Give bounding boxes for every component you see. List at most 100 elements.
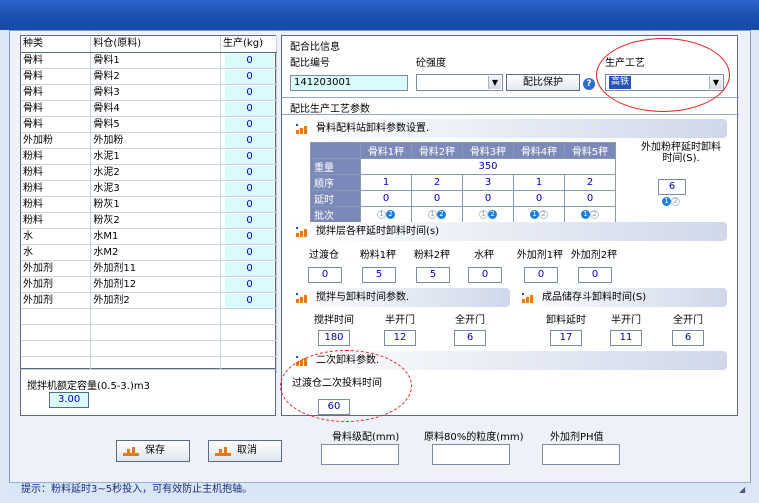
ptable-header-row: 骨料1秤 骨料2秤 骨料3秤 骨料4秤 骨料5秤	[310, 142, 616, 159]
grading-input[interactable]	[321, 444, 399, 465]
grid-qty-value[interactable]: 0	[225, 53, 274, 67]
delay-input[interactable]: 0	[411, 190, 463, 207]
grid-qty-value[interactable]: 0	[225, 133, 274, 147]
chevron-down-icon[interactable]: ▼	[488, 76, 501, 89]
grid-cell-empty	[90, 324, 222, 341]
delay-input[interactable]: 0	[360, 190, 412, 207]
grid-qty-value[interactable]: 0	[225, 149, 274, 163]
scale-1-batch-toggle[interactable]: 12	[377, 209, 395, 220]
scale-4-batch-toggle[interactable]: 12	[530, 209, 548, 220]
delay-input[interactable]: 0	[462, 190, 514, 207]
grid-cell-qty: 0	[220, 260, 277, 277]
grid-cell-bin: 水泥3	[90, 180, 222, 197]
grid-cell-type: 骨料	[21, 100, 92, 117]
grid-cell-qty: 0	[220, 212, 277, 229]
ptable-delay-row: 延时 0 0 0 0 0	[310, 190, 616, 207]
additive-delay-input[interactable]: 6	[658, 179, 686, 195]
delay-input[interactable]: 0	[513, 190, 565, 207]
grid-qty-value[interactable]: 0	[225, 101, 274, 115]
grid-row: 骨料 骨料4 0	[21, 100, 277, 117]
grid-qty-value[interactable]: 0	[225, 85, 274, 99]
scale-4-batch-1[interactable]: 1	[530, 209, 539, 219]
mixer-layer-input[interactable]: 5	[416, 267, 450, 283]
additive-batch-toggle[interactable]: 12	[662, 196, 680, 207]
scale-3-batch-2[interactable]: 2	[488, 209, 497, 219]
mix-protect-button[interactable]: 配比保护	[506, 74, 580, 91]
storage-discharge-input[interactable]: 6	[672, 330, 704, 346]
mix-discharge-input[interactable]: 180	[318, 330, 350, 346]
ptable-row-label: 批次	[310, 206, 361, 223]
grading-label: 骨料级配(mm)	[332, 432, 400, 443]
grid-cell-qty: 0	[220, 180, 277, 197]
grid-qty-value[interactable]: 0	[225, 245, 274, 259]
delay-input[interactable]: 0	[564, 190, 616, 207]
mixer-layer-label: 粉料2秤	[413, 250, 451, 261]
mixer-layer-input[interactable]: 0	[524, 267, 558, 283]
grid-qty-value[interactable]: 0	[225, 277, 274, 291]
grid-cell-qty: 0	[220, 292, 277, 309]
particle-input[interactable]	[432, 444, 510, 465]
grid-qty-value[interactable]: 0	[225, 229, 274, 243]
grid-qty-value[interactable]: 0	[225, 181, 274, 195]
order-input[interactable]: 1	[513, 174, 565, 191]
additive-batch-toggle[interactable]: 12	[662, 196, 680, 207]
mixer-layer-input[interactable]: 0	[578, 267, 612, 283]
capacity-input[interactable]: 3.00	[49, 392, 89, 408]
batch-cell: 12	[513, 206, 565, 223]
capacity-label: 搅拌机额定容量(0.5-3.)m3	[27, 381, 150, 392]
scale-3-batch-toggle[interactable]: 12	[479, 209, 497, 220]
cancel-button[interactable]: 取消	[208, 440, 282, 462]
grid-cell-bin: 骨料2	[90, 68, 222, 85]
mixer-layer-input[interactable]: 0	[308, 267, 342, 283]
mix-no-input[interactable]: 141203001	[290, 75, 408, 91]
order-input[interactable]: 3	[462, 174, 514, 191]
grid-qty-value[interactable]: 0	[225, 293, 274, 307]
scale-1-batch-1[interactable]: 1	[377, 209, 386, 219]
grid-cell-type: 水	[21, 244, 92, 261]
additive-batch-2[interactable]: 2	[671, 196, 680, 206]
storage-discharge-input[interactable]: 17	[550, 330, 582, 346]
scale-1-batch-2[interactable]: 2	[386, 209, 395, 219]
mixer-layer-input[interactable]: 0	[468, 267, 502, 283]
order-input[interactable]: 2	[411, 174, 463, 191]
mixer-layer-label: 外加剂2秤	[570, 250, 618, 261]
save-button[interactable]: 保存	[116, 440, 190, 462]
order-input[interactable]: 1	[360, 174, 412, 191]
conveyor-icon	[296, 227, 307, 237]
scale-2-batch-2[interactable]: 2	[437, 209, 446, 219]
grid-qty-value[interactable]: 0	[225, 213, 274, 227]
ptable-corner	[310, 142, 361, 159]
ptable-row-label: 延时	[310, 190, 361, 207]
grid-cell-qty: 0	[220, 276, 277, 293]
scale-2-batch-1[interactable]: 1	[428, 209, 437, 219]
scale-4-batch-2[interactable]: 2	[539, 209, 548, 219]
grid-row: 粉料 水泥2 0	[21, 164, 277, 181]
scale-3-batch-1[interactable]: 1	[479, 209, 488, 219]
strength-select[interactable]: ▼	[416, 74, 503, 91]
additive-batch-1[interactable]: 1	[662, 196, 671, 206]
scale-5-batch-1[interactable]: 1	[581, 209, 590, 219]
scale-2-batch-toggle[interactable]: 12	[428, 209, 446, 220]
batch-cell: 12	[564, 206, 616, 223]
grid-qty-value[interactable]: 0	[225, 197, 274, 211]
help-icon[interactable]: ?	[583, 78, 595, 90]
mix-discharge-input[interactable]: 6	[454, 330, 486, 346]
grid-qty-value[interactable]: 0	[225, 261, 274, 275]
mixer-layer-input[interactable]: 5	[362, 267, 396, 283]
grid-cell-type: 粉料	[21, 180, 92, 197]
grid-cell-bin: 水泥1	[90, 148, 222, 165]
weight-input[interactable]: 350	[360, 158, 616, 175]
scale-5-batch-toggle[interactable]: 12	[581, 209, 599, 220]
scale-5-batch-2[interactable]: 2	[590, 209, 599, 219]
grid-qty-value[interactable]: 0	[225, 69, 274, 83]
grid-qty-value[interactable]: 0	[225, 165, 274, 179]
grid-cell-qty: 0	[220, 148, 277, 165]
mix-discharge-input[interactable]: 12	[384, 330, 416, 346]
grid-cell-type: 骨料	[21, 52, 92, 69]
ph-input[interactable]	[542, 444, 620, 465]
storage-discharge-input[interactable]: 11	[610, 330, 642, 346]
grid-qty-value[interactable]: 0	[225, 117, 274, 131]
resize-grip-icon[interactable]: ◢	[739, 485, 749, 495]
order-input[interactable]: 2	[564, 174, 616, 191]
grid-row: 粉料 水泥3 0	[21, 180, 277, 197]
